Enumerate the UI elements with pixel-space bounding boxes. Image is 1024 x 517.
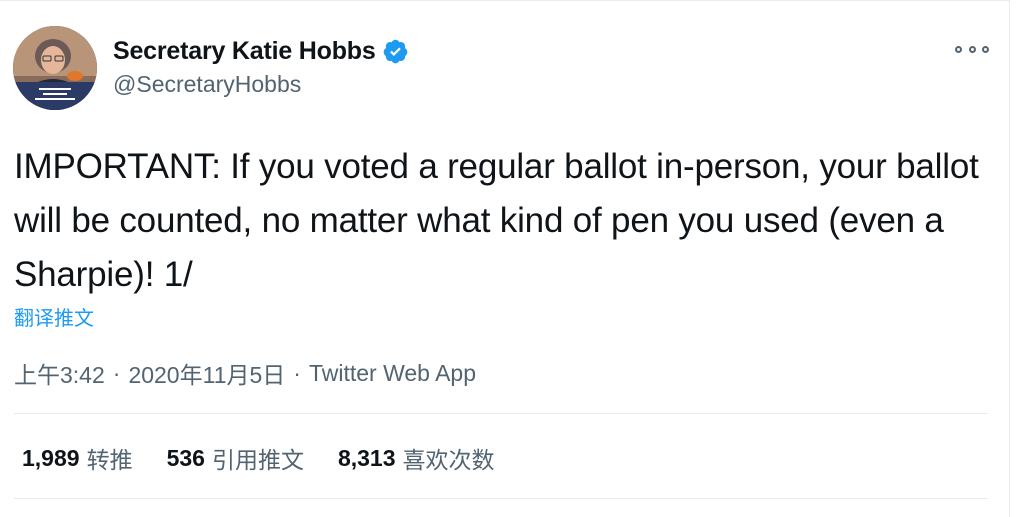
divider (14, 413, 988, 414)
meta-separator: · (293, 359, 301, 386)
likes-count: 8,313 (337, 444, 396, 471)
more-dot (968, 45, 976, 53)
author-handle[interactable]: @SecretaryHobbs (113, 71, 301, 98)
tweet-source[interactable]: Twitter Web App (309, 360, 476, 387)
likes-label: 喜欢次数 (402, 447, 495, 473)
avatar[interactable] (13, 26, 97, 110)
quotes-stat[interactable]: 536 引用推文 (167, 441, 304, 475)
retweets-count: 1,989 (22, 444, 80, 471)
tweet-date[interactable]: 2020年11月5日 (128, 356, 285, 390)
tweet-time[interactable]: 上午3:42 (14, 356, 105, 390)
tweet-text: IMPORTANT: If you voted a regular ballot… (14, 147, 979, 294)
retweets-stat[interactable]: 1,989 转推 (22, 441, 133, 475)
likes-stat[interactable]: 8,313 喜欢次数 (338, 441, 495, 475)
tweet-card: Secretary Katie Hobbs @SecretaryHobbs IM… (0, 0, 1010, 517)
divider (14, 498, 988, 499)
author-display-name[interactable]: Secretary Katie Hobbs (113, 37, 376, 66)
avatar-image (13, 26, 97, 110)
more-dot (982, 45, 989, 53)
translate-tweet-link[interactable]: 翻译推文 (14, 302, 94, 331)
retweets-label: 转推 (86, 447, 133, 473)
more-options-icon[interactable] (955, 39, 989, 59)
quotes-label: 引用推文 (211, 447, 304, 473)
tweet-meta: 上午3:42 · 2020年11月5日 · Twitter Web App (14, 356, 476, 390)
quotes-count: 536 (166, 444, 205, 471)
verified-badge-icon (383, 39, 407, 64)
more-dot (955, 45, 962, 53)
tweet-stats: 1,989 转推 536 引用推文 8,313 喜欢次数 (22, 441, 529, 475)
meta-separator: · (112, 359, 121, 386)
author-name-row[interactable]: Secretary Katie Hobbs (113, 37, 409, 66)
